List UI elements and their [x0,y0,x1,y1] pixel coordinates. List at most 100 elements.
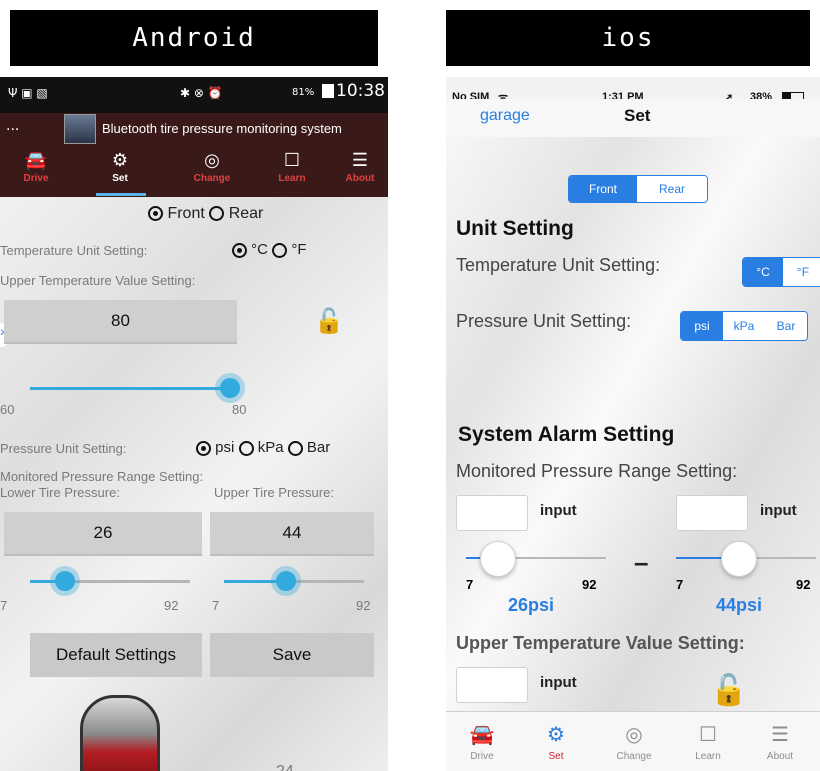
upper-input-label: input [760,502,797,519]
ios-unlock-icon[interactable]: 🔓 [710,673,747,708]
nav-set[interactable]: ⚙ Set [90,145,150,197]
gear-icon: ⚙ [111,150,129,170]
battery-percent: 81% [292,87,315,98]
seg-front[interactable]: Front [569,176,637,202]
pressure-unit-radio-group: psi kPa Bar [196,439,330,456]
temp-unit-label: Temperature Unit Setting: [0,243,148,258]
ios-celsius[interactable]: °C [743,258,783,286]
overflow-menu-icon[interactable]: ... [6,117,19,135]
front-radio[interactable] [148,206,163,222]
save-button[interactable]: Save [210,633,374,677]
fahrenheit-radio[interactable] [272,242,288,258]
ios-upper-max: 92 [796,577,811,592]
ios-pressure-unit-label: Pressure Unit Setting: [456,311,632,331]
tab-set-label: Set [548,751,564,762]
upper-pressure-input[interactable] [676,495,748,531]
nav-set-label: Set [112,173,128,184]
default-settings-button[interactable]: Default Settings [30,633,202,677]
ios-upper-temp-label: Upper Temperature Value Setting: [456,633,745,653]
ios-list-icon: ☰ [771,724,789,746]
nav-change[interactable]: ◎ Change [182,145,242,197]
ios-nav-title: Set [624,106,651,125]
garage-back-button[interactable]: garage [480,107,530,125]
rear-label: Rear [228,205,264,222]
lower-pressure-input[interactable] [456,495,528,531]
ios-header: ios [446,10,810,66]
lower-input-label: input [540,502,577,519]
temp-slider-max: 80 [232,402,247,417]
upper-pressure-value-box[interactable]: 44 [210,512,374,556]
ios-screen: No SIM ᯤ 1:31 PM ➚ 38% garage Set Front … [446,77,820,771]
nav-drive-label: Drive [23,173,49,184]
ios-car-icon: 🚘 [469,724,495,746]
fahrenheit-label: °F [291,241,307,258]
ios-lower-max: 92 [582,577,597,592]
temp-slider-knob[interactable] [220,378,240,398]
ios-tire-icon: ◎ [625,724,643,746]
celsius-radio[interactable] [232,242,247,258]
tab-about[interactable]: ☰ About [750,712,810,762]
tab-drive[interactable]: 🚘 Drive [452,712,512,762]
app-logo [64,114,96,144]
range-dash: – [634,547,649,577]
ios-nav-bar: garage Set [446,99,820,137]
ios-upper-value: 44psi [716,595,763,615]
ios-temp-unit-label: Temperature Unit Setting: [456,255,661,275]
nav-about-label: About [345,173,375,184]
tab-set[interactable]: ⚙ Set [526,712,586,762]
lower-slider-max: 92 [164,598,179,613]
nav-about[interactable]: ☰ About [330,145,388,197]
upper-slider-knob[interactable] [276,571,296,591]
tab-change[interactable]: ◎ Change [604,712,664,762]
ios-kpa[interactable]: kPa [723,312,765,340]
tire-reading-partial: 24 [276,763,294,771]
lower-slider-knob[interactable] [55,571,75,591]
nav-learn[interactable]: ☐ Learn [262,145,322,197]
ios-bar[interactable]: Bar [765,312,807,340]
android-settings-body: Front Rear Temperature Unit Setting: °C … [0,197,388,771]
temp-unit-radio-group: °C °F [232,241,307,258]
lower-pressure-value-box[interactable]: 26 [4,512,202,556]
kpa-radio[interactable] [238,440,254,456]
ios-fahrenheit[interactable]: °F [783,258,820,286]
battery-icon [322,84,334,98]
upper-slider-max: 92 [356,598,371,613]
ios-temp-unit-segmented: °C °F [742,257,820,287]
bar-radio[interactable] [287,440,303,456]
android-header: Android [10,10,378,66]
ios-gear-icon: ⚙ [547,724,565,746]
bar-label: Bar [306,439,331,456]
lower-slider-min: 7 [0,598,8,613]
ios-psi[interactable]: psi [681,312,723,340]
tab-learn[interactable]: ☐ Learn [678,712,738,762]
tab-learn-label: Learn [695,751,721,762]
nav-drive[interactable]: 🚘 Drive [6,145,66,197]
front-label: Front [167,205,205,222]
monitored-range-label: Monitored Pressure Range Setting: [0,469,204,484]
status-icons-right: ✱ ⊗ ⏰ [180,86,223,100]
seg-rear[interactable]: Rear [637,176,707,202]
upper-temp-input[interactable] [456,667,528,703]
ios-pressure-unit-segmented: psi kPa Bar [680,311,808,341]
celsius-label: °C [251,241,269,258]
front-rear-segmented: Front Rear [568,175,708,203]
car-icon: 🚘 [24,150,48,170]
active-tab-indicator [96,193,146,196]
temp-slider-min: 60 [0,402,15,417]
rear-radio[interactable] [209,206,225,222]
psi-radio[interactable] [196,440,211,456]
ios-lower-knob[interactable] [480,541,516,577]
tab-about-label: About [766,751,794,762]
upper-slider-min: 7 [212,598,220,613]
upper-temp-value-box[interactable]: 80 [4,300,237,344]
unlock-icon[interactable]: 🔓 [314,307,344,336]
ios-lower-min: 7 [466,577,474,592]
kpa-label: kPa [257,439,284,456]
tab-drive-label: Drive [470,751,494,762]
pressure-unit-label: Pressure Unit Setting: [0,441,127,456]
ios-upper-min: 7 [676,577,684,592]
temp-input-label: input [540,674,577,691]
ios-settings-body: Front Rear Unit Setting Temperature Unit… [446,137,820,711]
temp-slider-fill [30,387,230,390]
ios-upper-knob[interactable] [721,541,757,577]
